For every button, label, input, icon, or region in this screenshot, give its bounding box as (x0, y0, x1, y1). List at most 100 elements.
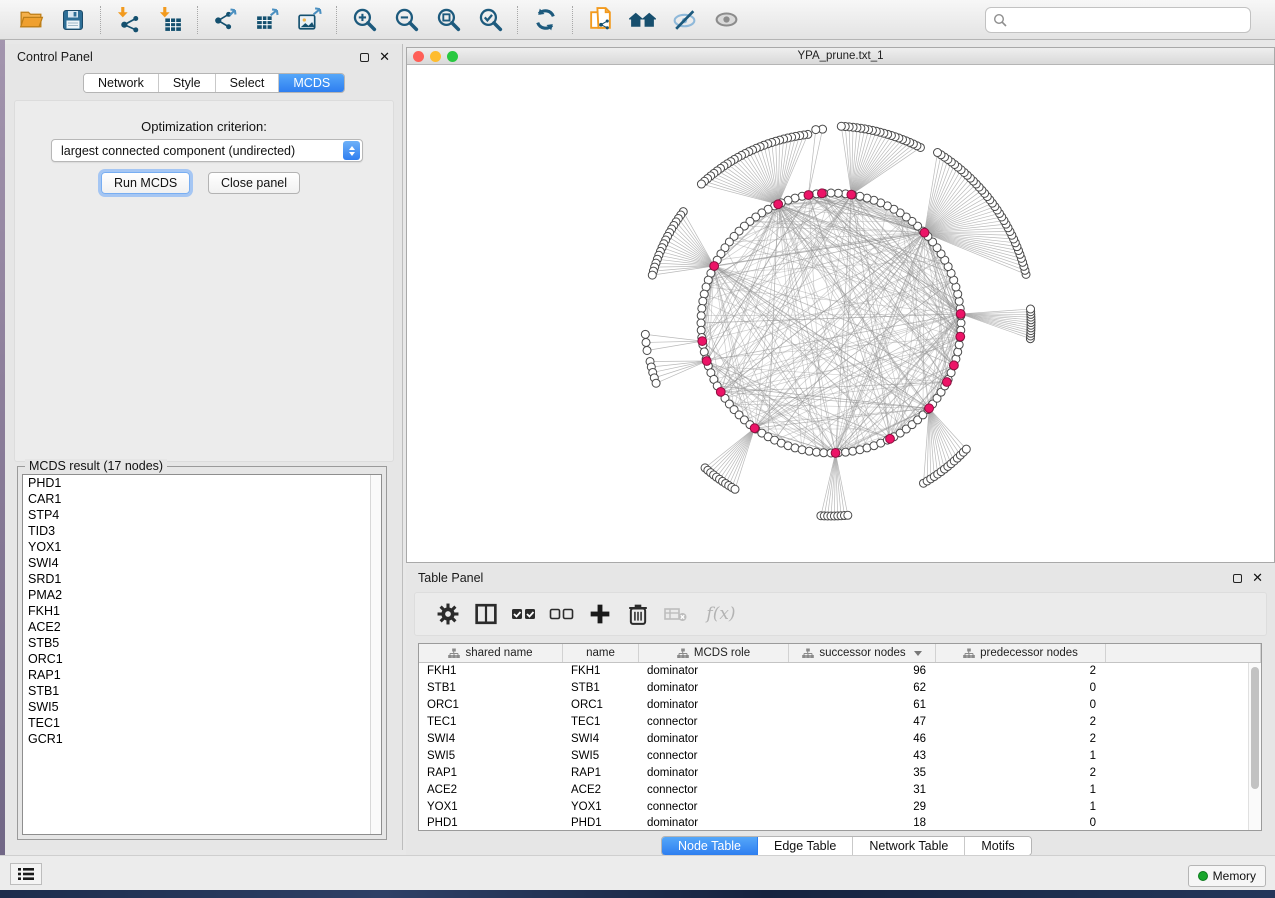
import-network-button[interactable] (107, 3, 149, 37)
result-list-scrollbar[interactable] (370, 475, 381, 834)
table-scrollbar-thumb[interactable] (1251, 667, 1259, 789)
desktop-wallpaper-strip (0, 890, 1275, 898)
mcds-result-item[interactable]: CAR1 (23, 491, 381, 507)
tab-mcds[interactable]: MCDS (279, 74, 344, 92)
refresh-view-button[interactable] (524, 3, 566, 37)
select-all-button[interactable] (505, 596, 543, 632)
table-cell: dominator (639, 767, 789, 779)
mcds-result-item[interactable]: FKH1 (23, 603, 381, 619)
memory-button[interactable]: Memory (1188, 865, 1266, 887)
table-row[interactable]: ACE2ACE2connector311 (419, 781, 1261, 798)
function-icon: f(x) (706, 604, 735, 624)
hide-selected-button[interactable] (663, 3, 705, 37)
table-cell: SWI4 (419, 733, 563, 745)
table-row[interactable]: ORC1ORC1dominator610 (419, 697, 1261, 714)
table-row[interactable]: RAP1RAP1dominator352 (419, 764, 1261, 781)
column-header-name[interactable]: name (563, 644, 639, 662)
mcds-options-panel: Optimization criterion: largest connecte… (14, 100, 394, 462)
eye-icon (713, 6, 740, 33)
close-panel-button[interactable]: Close panel (208, 172, 300, 194)
mcds-result-item[interactable]: YOX1 (23, 539, 381, 555)
mcds-result-item[interactable]: ORC1 (23, 651, 381, 667)
tab-network[interactable]: Network (84, 74, 159, 92)
tab-select[interactable]: Select (216, 74, 280, 92)
mcds-result-item[interactable]: SWI5 (23, 699, 381, 715)
delete-table-button[interactable] (657, 596, 695, 632)
float-panel-icon[interactable] (360, 53, 369, 62)
column-header-MCDS-role[interactable]: MCDS role (639, 644, 789, 662)
mcds-result-item[interactable]: TID3 (23, 523, 381, 539)
zoom-in-button[interactable] (343, 3, 385, 37)
deselect-all-button[interactable] (543, 596, 581, 632)
tab-style[interactable]: Style (159, 74, 216, 92)
show-all-button[interactable] (705, 3, 747, 37)
add-column-button[interactable] (581, 596, 619, 632)
tab-edge-table[interactable]: Edge Table (758, 837, 853, 855)
first-neighbors-button[interactable] (621, 3, 663, 37)
open-session-button[interactable] (10, 3, 52, 37)
mcds-result-item[interactable]: ACE2 (23, 619, 381, 635)
refresh-icon (532, 6, 559, 33)
tab-network-table[interactable]: Network Table (853, 837, 965, 855)
search-input[interactable] (1008, 13, 1250, 27)
mcds-result-item[interactable]: STB5 (23, 635, 381, 651)
table-row[interactable]: SWI5SWI5connector431 (419, 747, 1261, 764)
table-cell: 96 (789, 665, 936, 677)
clone-network-button[interactable] (579, 3, 621, 37)
node-table[interactable]: shared namenameMCDS rolesuccessor nodesp… (418, 643, 1262, 831)
table-cell: dominator (639, 817, 789, 829)
plus-icon (589, 603, 611, 625)
mcds-result-item[interactable]: PMA2 (23, 587, 381, 603)
export-network-button[interactable] (204, 3, 246, 37)
zoom-selected-icon (477, 6, 504, 33)
table-row[interactable]: SWI4SWI4dominator462 (419, 731, 1261, 748)
tab-node-table[interactable]: Node Table (662, 837, 758, 855)
apply-function-button[interactable]: f(x) (695, 596, 747, 632)
mcds-result-item[interactable]: RAP1 (23, 667, 381, 683)
close-panel-icon[interactable]: ✕ (379, 52, 390, 62)
column-header-shared-name[interactable]: shared name (419, 644, 563, 662)
mcds-result-item[interactable]: SWI4 (23, 555, 381, 571)
export-table-button[interactable] (246, 3, 288, 37)
mcds-result-item[interactable]: STP4 (23, 507, 381, 523)
run-mcds-button[interactable]: Run MCDS (101, 172, 190, 194)
save-session-button[interactable] (52, 3, 94, 37)
import-table-button[interactable] (149, 3, 191, 37)
zoom-fit-button[interactable] (427, 3, 469, 37)
column-header-successor-nodes[interactable]: successor nodes (789, 644, 936, 662)
table-cell: 35 (789, 767, 936, 779)
criterion-dropdown[interactable]: largest connected component (undirected) (51, 139, 363, 162)
table-row[interactable]: PHD1PHD1dominator180 (419, 815, 1261, 832)
zoom-out-button[interactable] (385, 3, 427, 37)
float-panel-icon[interactable] (1233, 574, 1242, 583)
network-tree-icon (448, 648, 460, 659)
table-scrollbar[interactable] (1248, 663, 1261, 830)
sort-descending-icon (914, 651, 922, 656)
table-cell: connector (639, 716, 789, 728)
table-delete-icon (664, 603, 688, 625)
network-canvas[interactable] (407, 65, 1274, 562)
export-image-button[interactable] (288, 3, 330, 37)
mcds-result-item[interactable]: SRD1 (23, 571, 381, 587)
mcds-result-item[interactable]: STB1 (23, 683, 381, 699)
table-row[interactable]: STB1STB1dominator620 (419, 680, 1261, 697)
mcds-result-item[interactable]: TEC1 (23, 715, 381, 731)
task-history-button[interactable] (10, 863, 42, 885)
table-row[interactable]: FKH1FKH1dominator962 (419, 663, 1261, 680)
table-settings-button[interactable] (429, 596, 467, 632)
table-row[interactable]: YOX1YOX1connector291 (419, 798, 1261, 815)
mcds-result-item[interactable]: PHD1 (23, 475, 381, 491)
mcds-result-item[interactable]: GCR1 (23, 731, 381, 747)
network-window-titlebar[interactable]: YPA_prune.txt_1 (407, 48, 1274, 65)
search-box[interactable] (985, 7, 1251, 33)
close-panel-icon[interactable]: ✕ (1252, 573, 1263, 583)
tab-motifs[interactable]: Motifs (965, 837, 1030, 855)
table-row[interactable]: TEC1TEC1connector472 (419, 714, 1261, 731)
show-columns-button[interactable] (467, 596, 505, 632)
zoom-selected-button[interactable] (469, 3, 511, 37)
column-header-predecessor-nodes[interactable]: predecessor nodes (936, 644, 1106, 662)
mcds-result-list[interactable]: PHD1CAR1STP4TID3YOX1SWI4SRD1PMA2FKH1ACE2… (22, 474, 382, 835)
table-cell: TEC1 (419, 716, 563, 728)
table-cell: 2 (936, 716, 1106, 728)
delete-column-button[interactable] (619, 596, 657, 632)
